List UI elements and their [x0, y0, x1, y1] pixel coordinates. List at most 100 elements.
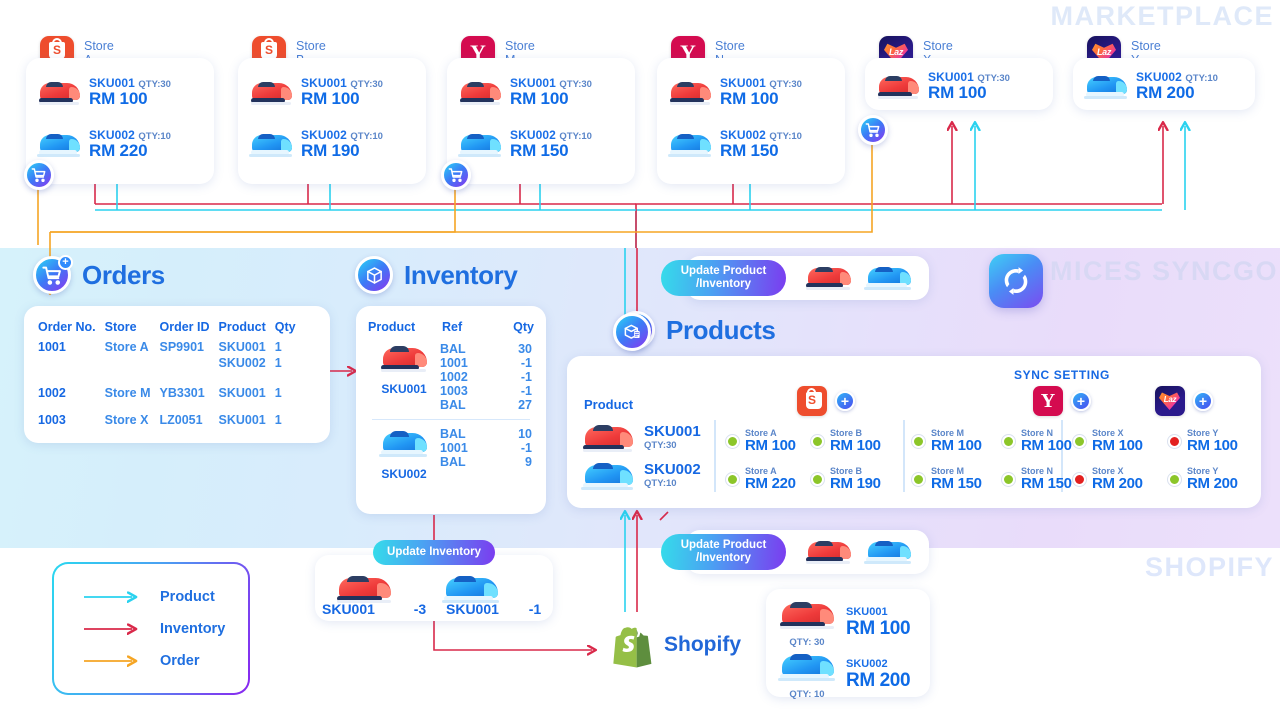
sync-cell-sku002-store-y[interactable]: Store Y RM 200: [1168, 466, 1238, 492]
sku-qty: QTY:10: [769, 130, 802, 142]
sku-price: RM 100: [89, 88, 148, 108]
shoe-blue-icon: [378, 427, 430, 459]
sync-platform-group-shopee[interactable]: +: [797, 386, 855, 416]
product-sku-text: SKU002 QTY:10: [644, 461, 701, 489]
product-sku-text: SKU001 QTY:30: [644, 423, 701, 451]
order-no: 1002: [38, 386, 66, 400]
cell-price: RM 200: [1092, 475, 1143, 492]
orders-col-store: Store: [104, 320, 137, 334]
shopify-item-1-visual: QTY: 10: [776, 649, 838, 700]
orders-title: Orders: [82, 259, 165, 290]
store-sku-text: SKU002 QTY:10 RM 150: [720, 128, 802, 161]
order-id: SP9901: [159, 340, 204, 354]
legend-label: Order: [160, 652, 200, 669]
sku-label: SKU001: [510, 75, 556, 90]
sync-cell-sku001-store-m[interactable]: Store M RM 100: [912, 428, 982, 454]
legend-box: Product Inventory Order: [52, 562, 250, 695]
legend-item-product: Product: [82, 589, 248, 605]
inventory-group-sku001[interactable]: SKU001 BAL 30 1001 -1 1002 -1 1003 -1 BAL 27: [368, 342, 534, 412]
orders-col-qty: Qty: [274, 320, 296, 334]
inv-qty: -1: [520, 356, 532, 370]
shopify-products-card[interactable]: QTY: 30 SKU001 RM 100 QTY: 10 SKU002 RM …: [766, 589, 930, 700]
sync-platform-group-lazada[interactable]: Laz +: [1155, 386, 1213, 416]
cart-badge-store-a[interactable]: [24, 160, 54, 190]
add-store-lazada-button[interactable]: +: [1193, 391, 1213, 411]
list-item: BAL 30: [440, 342, 532, 356]
table-row[interactable]: 1001 Store A SP9901 SKU001 1: [38, 339, 305, 355]
inventory-title: Inventory: [404, 259, 518, 290]
cart-badge-store-x[interactable]: [858, 115, 888, 145]
list-item: 1002 -1: [440, 370, 532, 384]
cell-price: RM 100: [1092, 437, 1143, 454]
product-row-sku001[interactable]: SKU001 QTY:30: [580, 420, 701, 454]
sync-cell-sku001-store-a[interactable]: Store A RM 100: [726, 428, 796, 454]
store-product-card[interactable]: SKU001 QTY:30 RM 100 SKU002 QTY:10 RM 19…: [238, 58, 426, 184]
sync-cell-sku002-store-b[interactable]: Store B RM 190: [811, 466, 881, 492]
inv-ref: 1001: [440, 356, 468, 370]
list-item: BAL 9: [440, 455, 532, 469]
products-sync-card[interactable]: SYNC SETTING Product + Y + Laz +: [567, 356, 1261, 508]
pill-line-1: Update Product: [680, 539, 767, 551]
inv-ref: 1001: [440, 441, 468, 455]
order-id: LZ0051: [159, 413, 203, 427]
add-store-yahoo-button[interactable]: +: [1071, 391, 1091, 411]
cell-price: RM 100: [1021, 437, 1072, 454]
sync-cell-sku002-store-m[interactable]: Store M RM 150: [912, 466, 982, 492]
add-store-shopee-button[interactable]: +: [835, 391, 855, 411]
shopify-item-sku: SKU001: [846, 605, 888, 618]
store-product-card[interactable]: SKU002 QTY:10 RM 200: [1073, 58, 1255, 110]
product-row-sku002[interactable]: SKU002 QTY:10: [580, 458, 701, 492]
sku-price: RM 100: [301, 88, 360, 108]
orders-table-card[interactable]: Order No. Store Order ID Product Qty 100…: [24, 306, 330, 443]
cell-price: RM 190: [830, 475, 881, 492]
inventory-group-sku002[interactable]: SKU002 BAL 10 1001 -1 BAL 9: [368, 427, 534, 481]
cart-badge-store-m[interactable]: [441, 160, 471, 190]
sync-cell-sku002-store-x[interactable]: Store X RM 200: [1073, 466, 1143, 492]
sku-price: RM 100: [928, 82, 987, 102]
order-store: Store A: [104, 340, 149, 354]
watermark-marketplace: MARKETPLACE: [1050, 1, 1274, 31]
update-product-inventory-pill-bottom[interactable]: Update Product /Inventory: [661, 534, 786, 570]
legend-item-inventory: Inventory: [82, 621, 248, 637]
shopify-label: Shopify: [664, 633, 741, 656]
shopify-bag-icon: [613, 627, 652, 668]
legend-arrow-inventory-icon: [84, 623, 142, 635]
store-product-card[interactable]: SKU001 QTY:30 RM 100 SKU002 QTY:10 RM 22…: [26, 58, 214, 184]
store-sku-text: SKU002 QTY:10 RM 220: [89, 128, 171, 161]
shoe-blue-icon: [457, 129, 503, 159]
table-row[interactable]: 1003 Store X LZ0051 SKU001 1: [38, 412, 305, 428]
sync-cell-sku001-store-n[interactable]: Store N RM 100: [1002, 428, 1072, 454]
store-product-card[interactable]: SKU001 QTY:30 RM 100 SKU002 QTY:10 RM 15…: [657, 58, 845, 184]
sync-cell-sku001-store-x[interactable]: Store X RM 100: [1073, 428, 1143, 454]
inventory-sku-label: SKU002: [381, 467, 427, 481]
sku-qty: QTY:30: [559, 78, 592, 90]
store-product-card[interactable]: SKU001 QTY:30 RM 100 SKU002 QTY:10 RM 15…: [447, 58, 635, 184]
order-store: Store X: [104, 413, 149, 427]
sync-cell-sku001-store-b[interactable]: Store B RM 100: [811, 428, 881, 454]
update-product-inventory-card-bottom[interactable]: Update Product /Inventory: [661, 530, 929, 574]
sku-label: SKU001: [89, 75, 135, 90]
order-product: SKU001: [218, 413, 266, 427]
sync-setting-label: SYNC SETTING: [1014, 368, 1110, 382]
sku-price: RM 100: [510, 88, 569, 108]
sync-cell-sku002-store-n[interactable]: Store N RM 150: [1002, 466, 1072, 492]
shoe-red-icon: [378, 342, 430, 374]
sku-qty: QTY:30: [769, 78, 802, 90]
update-product-inventory-card-top[interactable]: Update Product /Inventory: [661, 256, 929, 300]
update-inventory-pill[interactable]: Update Inventory: [373, 540, 495, 565]
sync-cell-sku001-store-y[interactable]: Store Y RM 100: [1168, 428, 1238, 454]
sku-label: SKU001: [928, 69, 974, 84]
sync-cell-sku002-store-a[interactable]: Store A RM 220: [726, 466, 796, 492]
shopify-item-qty: QTY: 10: [789, 689, 825, 700]
sku-qty: QTY:30: [138, 78, 171, 90]
inv-ref: 1002: [440, 370, 468, 384]
sync-platform-group-yahoo[interactable]: Y +: [1033, 386, 1091, 416]
shoe-red-icon: [248, 77, 294, 107]
sku-price: RM 220: [89, 140, 148, 160]
table-row[interactable]: 1002 Store M YB3301 SKU001 1: [38, 385, 305, 401]
update-product-inventory-pill-top[interactable]: Update Product /Inventory: [661, 260, 786, 296]
table-row[interactable]: SKU002 1: [38, 355, 305, 371]
store-product-card[interactable]: SKU001 QTY:30 RM 100: [865, 58, 1053, 110]
inventory-table-card[interactable]: Product Ref Qty SKU001 BAL 30 1001 -1 1002…: [356, 306, 546, 514]
order-no: 1001: [38, 340, 66, 354]
